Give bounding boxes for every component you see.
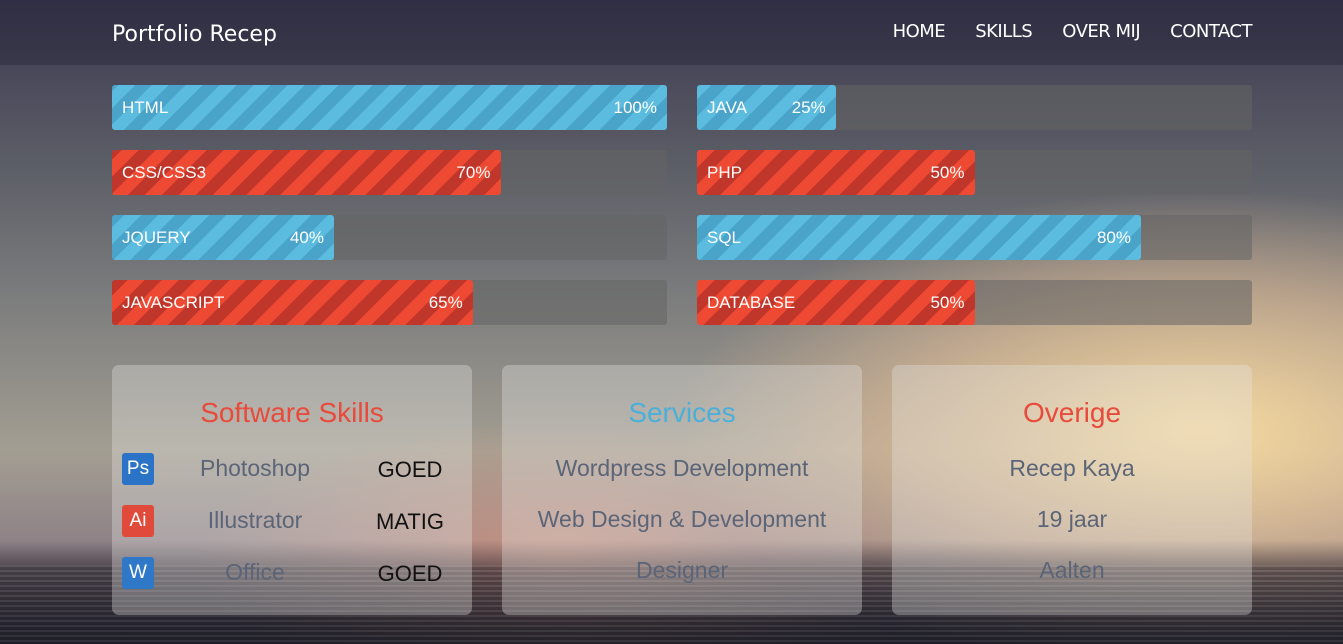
- skill-percent: 40%: [289, 227, 324, 247]
- photoshop-icon: Ps: [122, 453, 154, 485]
- software-name: Office: [225, 559, 285, 585]
- nav-home[interactable]: HOME: [893, 21, 946, 42]
- skill-label: PHP: [707, 162, 742, 182]
- nav-menu: HOME SKILLS OVER MIJ CONTACT: [893, 21, 1253, 42]
- skill-label: DATABASE: [707, 292, 796, 312]
- skill-bar-fill: SQL 80%: [697, 215, 1141, 260]
- card-title: Overige: [1022, 397, 1122, 428]
- software-row: Ai Illustrator MATIG: [122, 505, 452, 539]
- skill-bar-java: JAVA 25%: [697, 85, 1252, 130]
- skill-bar-jquery: JQUERY 40%: [112, 215, 667, 260]
- service-item: Designer: [635, 557, 729, 583]
- skill-label: JQUERY: [122, 227, 191, 247]
- nav-skills[interactable]: SKILLS: [975, 21, 1033, 42]
- skill-percent: 80%: [1096, 227, 1131, 247]
- word-icon: W: [122, 557, 154, 589]
- service-item: Wordpress Development: [555, 455, 809, 481]
- overige-item: 19 jaar: [1036, 506, 1108, 532]
- skill-bar-fill: JAVASCRIPT 65%: [112, 280, 473, 325]
- overige-card: Overige Recep Kaya 19 jaar Aalten: [892, 365, 1252, 615]
- skill-bar-sql: SQL 80%: [697, 215, 1252, 260]
- card-title: Software Skills: [200, 397, 384, 428]
- card-title: Services: [628, 397, 736, 428]
- skill-percent: 65%: [428, 292, 463, 312]
- skill-bar-php: PHP 50%: [697, 150, 1252, 195]
- skill-bar-fill: JQUERY 40%: [112, 215, 334, 260]
- skill-percent: 50%: [930, 292, 965, 312]
- software-row: W Office GOED: [122, 557, 452, 591]
- skill-label: CSS/CSS3: [122, 162, 207, 182]
- software-row: Ps Photoshop GOED: [122, 453, 452, 487]
- nav-over-mij[interactable]: OVER MIJ: [1062, 21, 1140, 42]
- software-level: GOED: [377, 561, 443, 586]
- skill-bar-javascript: JAVASCRIPT 65%: [112, 280, 667, 325]
- skill-bar-html: HTML 100%: [112, 85, 667, 130]
- software-level: MATIG: [375, 509, 445, 534]
- nav-contact[interactable]: CONTACT: [1170, 21, 1252, 42]
- skill-percent: 100%: [613, 97, 657, 117]
- services-card: Services Wordpress Development Web Desig…: [502, 365, 862, 615]
- skill-bar-fill: DATABASE 50%: [697, 280, 975, 325]
- skill-bar-css: CSS/CSS3 70%: [112, 150, 667, 195]
- brand-title[interactable]: Portfolio Recep: [112, 22, 277, 47]
- software-level: GOED: [377, 457, 443, 482]
- skill-percent: 70%: [456, 162, 491, 182]
- overige-item: Aalten: [1039, 557, 1105, 583]
- skill-bar-fill: JAVA 25%: [697, 85, 836, 130]
- software-name: Photoshop: [200, 455, 310, 481]
- skill-bar-fill: CSS/CSS3 70%: [112, 150, 501, 195]
- skill-label: JAVASCRIPT: [122, 292, 225, 312]
- software-name: Illustrator: [207, 507, 303, 533]
- overige-item: Recep Kaya: [1009, 455, 1135, 481]
- skill-bar-database: DATABASE 50%: [697, 280, 1252, 325]
- skill-label: SQL: [707, 227, 742, 247]
- skill-label: JAVA: [707, 97, 747, 117]
- illustrator-icon: Ai: [122, 505, 154, 537]
- skill-bar-fill: HTML 100%: [112, 85, 667, 130]
- software-skills-card: Software Skills Ps Photoshop GOED Ai Ill…: [112, 365, 472, 615]
- service-item: Web Design & Development: [537, 506, 827, 532]
- skill-percent: 50%: [930, 162, 965, 182]
- navbar: Portfolio Recep HOME SKILLS OVER MIJ CON…: [0, 0, 1343, 65]
- skill-percent: 25%: [791, 97, 826, 117]
- skill-bar-fill: PHP 50%: [697, 150, 975, 195]
- skill-label: HTML: [122, 97, 169, 117]
